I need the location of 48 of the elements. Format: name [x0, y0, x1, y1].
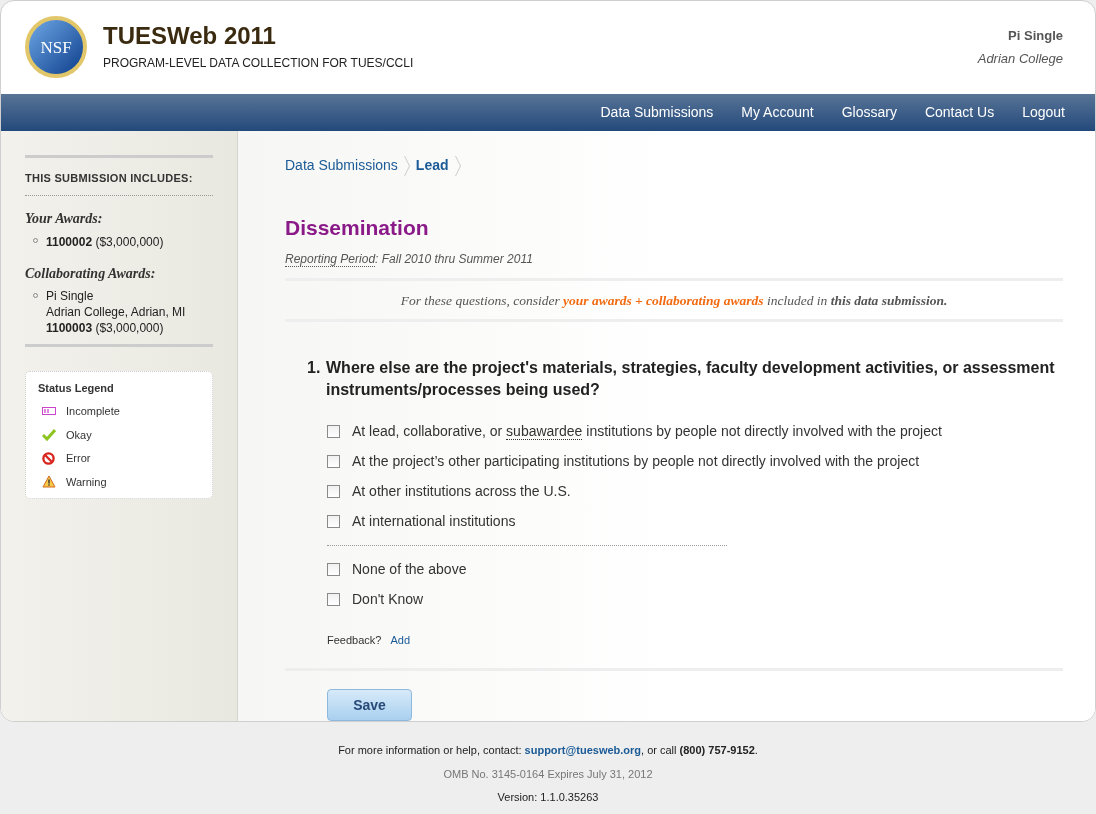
checkbox[interactable] [327, 514, 340, 528]
nav-link[interactable]: Glossary [827, 101, 911, 123]
question-number: 1. [307, 357, 322, 378]
option-label[interactable]: At the project’s other participating institutions by people not directly involved with the project [352, 450, 920, 472]
version-text: Version: 1.1.0.35263 [497, 790, 599, 805]
omb-notice: OMB No. 3145-0164 Expires July 31, 2012 [443, 766, 653, 782]
sidebar-heading: THIS SUBMISSION INCLUDES: [25, 170, 213, 196]
breadcrumb-link[interactable]: Lead [415, 155, 449, 176]
breadcrumb-link[interactable]: Data Submissions [285, 155, 398, 176]
user-name: Pi Single [1008, 26, 1063, 45]
nav-link[interactable]: Contact Us [910, 101, 1009, 123]
legend-title: Status Legend [38, 380, 115, 396]
nsf-logo: NSF [25, 16, 87, 79]
chevron-icon [454, 155, 461, 176]
user-institution: Adrian College [977, 50, 1063, 69]
feedback-label: Feedback? [327, 632, 382, 648]
award-entry: 1100002 ($3,000,000) [46, 233, 164, 251]
legend-label: Error [66, 451, 91, 466]
contact-info: For more information or help, contact: support@tuesweb.org, or call (800) 757-9152. [338, 743, 758, 758]
checkbox[interactable] [327, 592, 340, 606]
option-label[interactable]: None of the above [352, 558, 467, 580]
nav-link[interactable]: Data Submissions [586, 101, 728, 123]
option-label[interactable]: At international institutions [352, 510, 516, 532]
feedback-add-link[interactable]: Add [390, 631, 410, 648]
awards-heading: Collaborating Awards: [25, 264, 157, 283]
award-location: Adrian College, Adrian, MI [46, 303, 186, 320]
site-title: TUESWeb 2011 [103, 22, 277, 51]
option-label[interactable]: At other institutions across the U.S. [352, 480, 571, 502]
nav-link[interactable]: My Account [727, 101, 828, 123]
reporting-period: Reporting Period: Fall 2010 thru Summer 2011 [285, 250, 534, 268]
question-text: Where else are the project's materials, strategies, faculty development activities, or assessment instruments/processes being used? [326, 357, 1056, 400]
nav-link[interactable]: Logout [1008, 101, 1079, 123]
page-title: Dissemination [285, 215, 430, 241]
chevron-icon [403, 155, 410, 176]
checkbox[interactable] [327, 562, 340, 576]
save-button[interactable]: Save [327, 689, 412, 721]
legend-label: Okay [66, 427, 92, 443]
award-contact: Pi Single [46, 287, 95, 304]
legend-label: Warning [66, 474, 107, 490]
awards-heading: Your Awards: [25, 209, 104, 228]
checkbox[interactable] [327, 454, 340, 468]
option-label[interactable]: Don't Know [352, 588, 424, 610]
legend-label: Incomplete [66, 404, 120, 419]
option-label[interactable]: At lead, collaborative, or subawardee institutions by people not directly involved with the project [352, 420, 942, 442]
site-subtitle: PROGRAM-LEVEL DATA COLLECTION FOR TUES/CCLI [103, 55, 414, 73]
checkbox[interactable] [327, 484, 340, 498]
checkbox[interactable] [327, 424, 340, 438]
award-entry: 1100003 ($3,000,000) [46, 319, 165, 336]
